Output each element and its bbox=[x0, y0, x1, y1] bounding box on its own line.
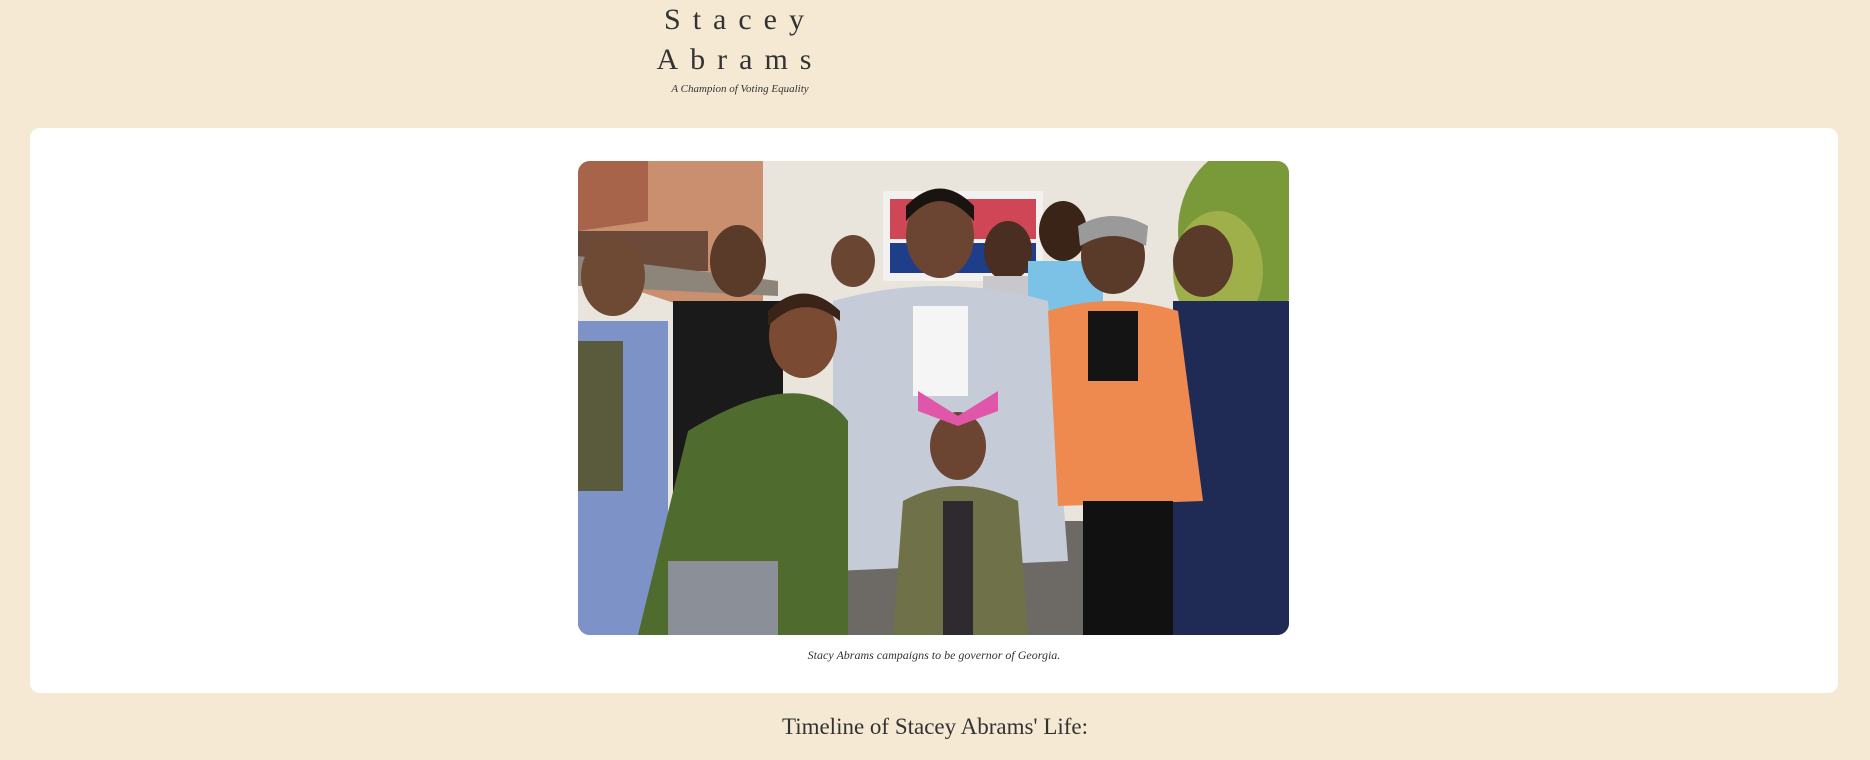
feature-card: Stacy Abrams campaigns to be governor of… bbox=[30, 128, 1838, 693]
timeline-heading: Timeline of Stacey Abrams' Life: bbox=[781, 714, 1089, 739]
site-header: Stacey Abrams A Champion of Voting Equal… bbox=[583, 0, 897, 96]
site-title: Stacey Abrams bbox=[656, 3, 824, 76]
feature-photo bbox=[578, 161, 1289, 635]
site-subtitle: A Champion of Voting Equality bbox=[671, 83, 809, 95]
photo-caption: Stacy Abrams campaigns to be governor of… bbox=[807, 648, 1061, 662]
